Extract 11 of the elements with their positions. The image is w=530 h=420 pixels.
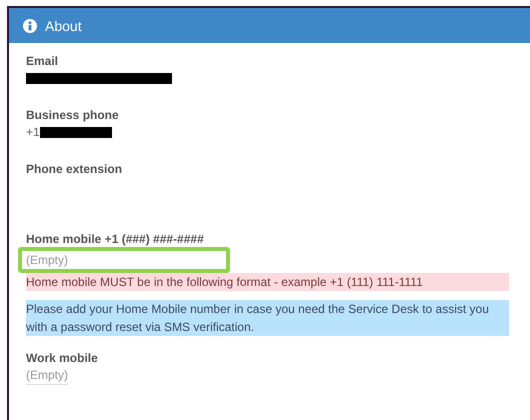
field-label: Business phone (26, 107, 120, 123)
field-value: +1 (26, 125, 40, 139)
field-label: Email (26, 53, 60, 69)
error-message: Home mobile MUST be in the following format - example +1 (111) 111-1111 (26, 273, 509, 291)
field-label: Phone extension (26, 161, 124, 177)
panel-title: About (45, 18, 82, 34)
field-label: Home mobile +1 (###) ###-#### (26, 231, 205, 247)
info-message: Please add your Home Mobile number in case you need the Service Desk to assist you with a password reset via SMS verification. (26, 300, 509, 336)
input-field[interactable]: (Empty) (18, 247, 230, 273)
field-label: Work mobile (26, 350, 99, 366)
info-icon (23, 18, 37, 32)
